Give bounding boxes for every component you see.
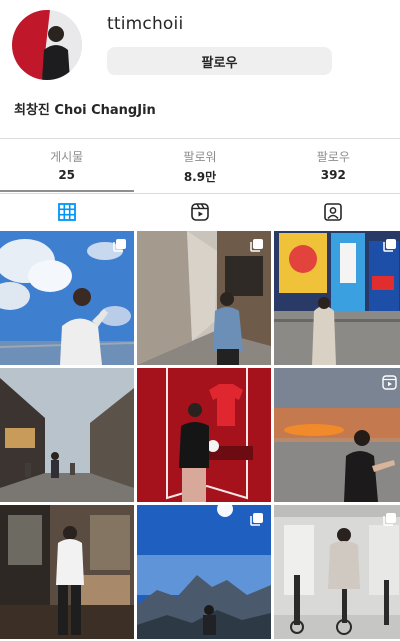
stat-posts-label: 게시물: [50, 150, 84, 164]
username: ttimchoii: [107, 14, 184, 34]
carousel-icon: [250, 513, 263, 526]
reels-icon: [382, 375, 397, 390]
stat-following-value: 392: [320, 168, 346, 182]
post-image: [0, 368, 134, 502]
post-tile[interactable]: [274, 231, 400, 365]
post-tile[interactable]: [274, 368, 400, 502]
stat-followers[interactable]: 팔로워 8.9만: [133, 139, 266, 193]
avatar-image: [12, 10, 82, 80]
carousel-icon: [250, 239, 263, 252]
profile-stats: 게시물 25 팔로워 8.9만 팔로우 392: [0, 138, 400, 193]
follow-button[interactable]: 팔로우: [107, 47, 332, 75]
post-tile[interactable]: [137, 368, 271, 502]
grid-icon: [57, 203, 76, 221]
profile-tabs: [0, 193, 400, 230]
avatar[interactable]: [12, 10, 82, 80]
tab-posts[interactable]: [0, 194, 133, 230]
stat-posts-value: 25: [58, 168, 76, 182]
stat-followers-value: 8.9만: [183, 170, 217, 184]
post-tile[interactable]: [137, 231, 271, 365]
reels-icon: [191, 203, 209, 221]
full-name: 최창진 Choi ChangJin: [14, 103, 156, 118]
carousel-icon: [383, 513, 396, 526]
post-tile[interactable]: [0, 231, 134, 365]
profile-header: ttimchoii 팔로우: [0, 0, 400, 92]
stat-posts[interactable]: 게시물 25: [0, 139, 133, 193]
stat-followers-label: 팔로워: [183, 150, 217, 164]
tagged-icon: [324, 203, 343, 221]
post-tile[interactable]: [274, 505, 400, 639]
posts-grid: [0, 231, 400, 641]
tab-reels[interactable]: [133, 194, 266, 230]
stats-active-underline: [0, 190, 134, 192]
post-image: [137, 368, 271, 502]
carousel-icon: [383, 239, 396, 252]
post-tile[interactable]: [0, 505, 134, 639]
stat-following-label: 팔로우: [316, 150, 350, 164]
post-image: [0, 505, 134, 639]
carousel-icon: [113, 239, 126, 252]
stat-following[interactable]: 팔로우 392: [267, 139, 400, 193]
post-tile[interactable]: [0, 368, 134, 502]
post-tile[interactable]: [137, 505, 271, 639]
tab-tagged[interactable]: [267, 194, 400, 230]
